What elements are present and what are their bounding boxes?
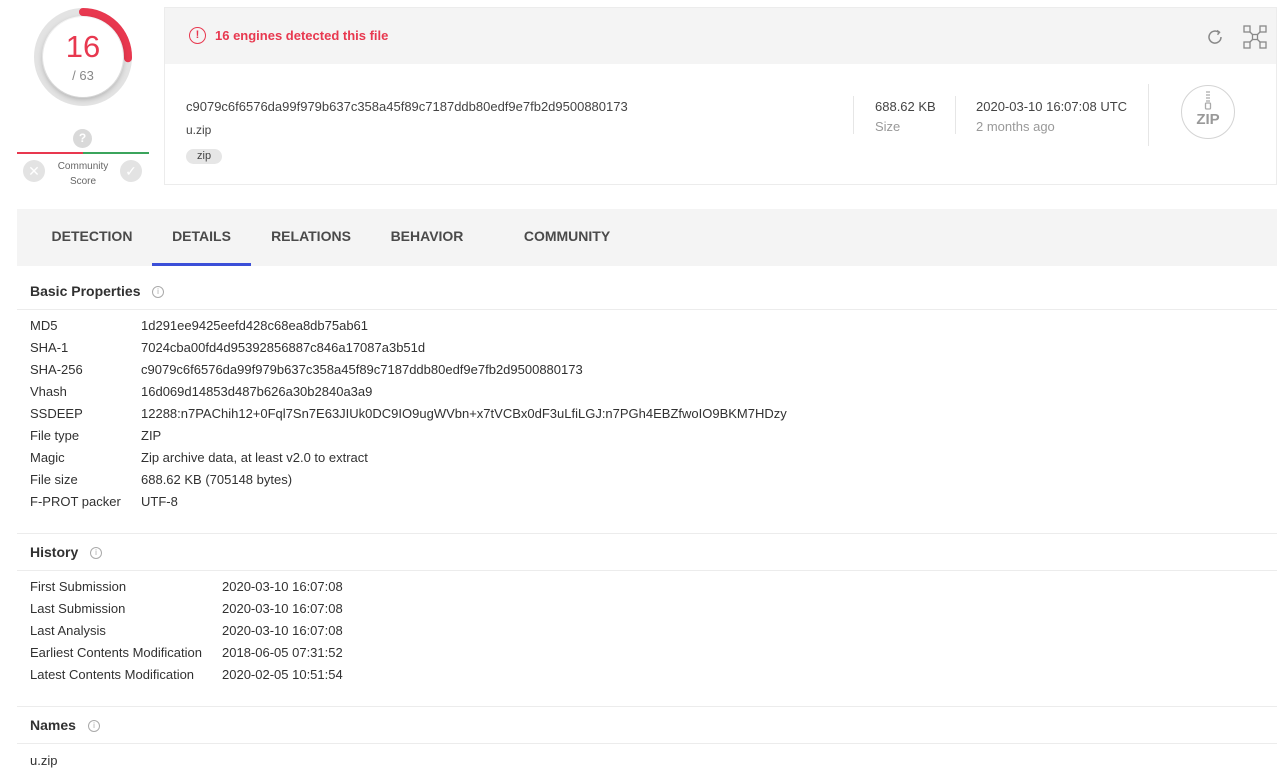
property-key: Earliest Contents Modification <box>30 645 202 660</box>
property-value[interactable]: 7024cba00fd4d95392856887c846a17087a3b51d <box>141 340 425 355</box>
property-key: F-PROT packer <box>30 494 121 509</box>
property-key: Last Analysis <box>30 623 106 638</box>
property-value[interactable]: 2020-03-10 16:07:08 <box>222 623 343 638</box>
table-row: SSDEEP 12288:n7PAChih12+0Fql7Sn7E63JIUk0D… <box>30 406 787 421</box>
community-score-label-line2: Score <box>69 176 97 187</box>
check-icon[interactable]: ✓ <box>120 160 142 182</box>
info-icon[interactable]: i <box>152 286 164 298</box>
tab-bar: DETECTION DETAILS RELATIONS BEHAVIOR COM… <box>17 209 1277 266</box>
property-key: Vhash <box>30 384 67 399</box>
table-row: SHA-256 c9079c6f6576da99f979b637c358a45f8… <box>30 362 583 377</box>
divider <box>853 96 854 134</box>
section-title-basic-properties: Basic Properties <box>30 283 141 299</box>
file-size-value: 688.62 KB <box>875 99 936 114</box>
community-score-bar-positive <box>83 152 149 154</box>
score-ring-center: 16 / 63 <box>43 17 123 97</box>
divider <box>17 533 1277 534</box>
property-value[interactable]: 2018-06-05 07:31:52 <box>222 645 343 660</box>
property-value[interactable]: Zip archive data, at least v2.0 to extra… <box>141 450 368 465</box>
table-row: Vhash 16d069d14853d487b626a30b2840a3a9 <box>30 384 372 399</box>
property-value[interactable]: 2020-02-05 10:51:54 <box>222 667 343 682</box>
table-row: Last Analysis 2020-03-10 16:07:08 <box>30 623 343 638</box>
alert-circle-icon: ! <box>189 27 206 44</box>
info-icon[interactable]: i <box>88 720 100 732</box>
info-icon[interactable]: i <box>90 547 102 559</box>
property-value[interactable]: 1d291ee9425eefd428c68ea8db75ab61 <box>141 318 368 333</box>
table-row: Magic Zip archive data, at least v2.0 to … <box>30 450 368 465</box>
section-title-names: Names <box>30 717 76 733</box>
property-value[interactable]: UTF-8 <box>141 494 178 509</box>
section-title-history: History <box>30 544 79 560</box>
file-name: u.zip <box>186 123 212 137</box>
table-row: SHA-1 7024cba00fd4d95392856887c846a17087a… <box>30 340 425 355</box>
divider <box>17 743 1277 744</box>
property-key: SSDEEP <box>30 406 83 421</box>
close-icon[interactable]: ✕ <box>23 160 45 182</box>
zip-badge-label: ZIP <box>1196 111 1220 128</box>
engines-total: / 63 <box>72 68 94 83</box>
community-score-label: Community Score <box>50 159 116 189</box>
table-row: File size 688.62 KB (705148 bytes) <box>30 472 292 487</box>
table-row: Earliest Contents Modification 2018-06-05… <box>30 645 343 660</box>
divider <box>17 570 1277 571</box>
tab-relations[interactable]: RELATIONS <box>251 209 371 266</box>
file-hash[interactable]: c9079c6f6576da99f979b637c358a45f89c7187d… <box>186 99 628 114</box>
property-value[interactable]: c9079c6f6576da99f979b637c358a45f89c7187d… <box>141 362 583 377</box>
property-value[interactable]: 16d069d14853d487b626a30b2840a3a9 <box>141 384 372 399</box>
tab-details[interactable]: DETAILS <box>152 209 251 266</box>
alert-bar: ! 16 engines detected this file <box>165 8 1276 64</box>
file-summary-card: ! 16 engines detected this file c9079c6f… <box>164 7 1277 185</box>
question-icon[interactable]: ? <box>73 129 92 148</box>
tab-community[interactable]: COMMUNITY <box>505 209 629 266</box>
property-value[interactable]: 2020-03-10 16:07:08 <box>222 579 343 594</box>
property-key: First Submission <box>30 579 127 594</box>
detection-alert-text: 16 engines detected this file <box>215 28 389 43</box>
table-row: MD5 1d291ee9425eefd428c68ea8db75ab61 <box>30 318 368 333</box>
property-value[interactable]: 2020-03-10 16:07:08 <box>222 601 343 616</box>
divider <box>17 309 1277 310</box>
file-size-label: Size <box>875 119 901 134</box>
property-value[interactable]: 12288:n7PAChih12+0Fql7Sn7E63JIUk0DC9IO9u… <box>141 406 787 421</box>
refresh-icon[interactable] <box>1205 27 1225 47</box>
analysis-date-value: 2020-03-10 16:07:08 UTC <box>976 99 1128 114</box>
tab-detection[interactable]: DETECTION <box>32 209 152 266</box>
property-key: Last Submission <box>30 601 126 616</box>
analysis-date-relative: 2 months ago <box>976 119 1055 134</box>
table-row: Latest Contents Modification 2020-02-05 1… <box>30 667 343 682</box>
divider <box>1148 84 1149 146</box>
divider <box>955 96 956 134</box>
community-score-bar-negative <box>17 152 83 154</box>
property-key: Latest Contents Modification <box>30 667 195 682</box>
property-key: Magic <box>30 450 65 465</box>
table-row: First Submission 2020-03-10 16:07:08 <box>30 579 343 594</box>
divider <box>17 706 1277 707</box>
property-key: File size <box>30 472 78 487</box>
property-key: SHA-1 <box>30 340 69 355</box>
property-key: MD5 <box>30 318 58 333</box>
property-value[interactable]: ZIP <box>141 428 161 443</box>
table-row: File type ZIP <box>30 428 161 443</box>
property-value[interactable]: u.zip <box>30 753 57 768</box>
tab-behavior[interactable]: BEHAVIOR <box>371 209 483 266</box>
detections-count: 16 <box>65 29 101 64</box>
file-tag[interactable]: zip <box>186 149 223 164</box>
property-key: File type <box>30 428 80 443</box>
property-key: SHA-256 <box>30 362 83 377</box>
graph-icon[interactable] <box>1243 25 1267 49</box>
property-value[interactable]: 688.62 KB (705148 bytes) <box>141 472 292 487</box>
zip-file-icon: ZIP <box>1181 85 1235 139</box>
table-row: F-PROT packer UTF-8 <box>30 494 178 509</box>
community-score-label-line1: Community <box>57 161 109 172</box>
table-row: Last Submission 2020-03-10 16:07:08 <box>30 601 343 616</box>
detection-score-ring: 16 / 63 <box>33 7 133 107</box>
